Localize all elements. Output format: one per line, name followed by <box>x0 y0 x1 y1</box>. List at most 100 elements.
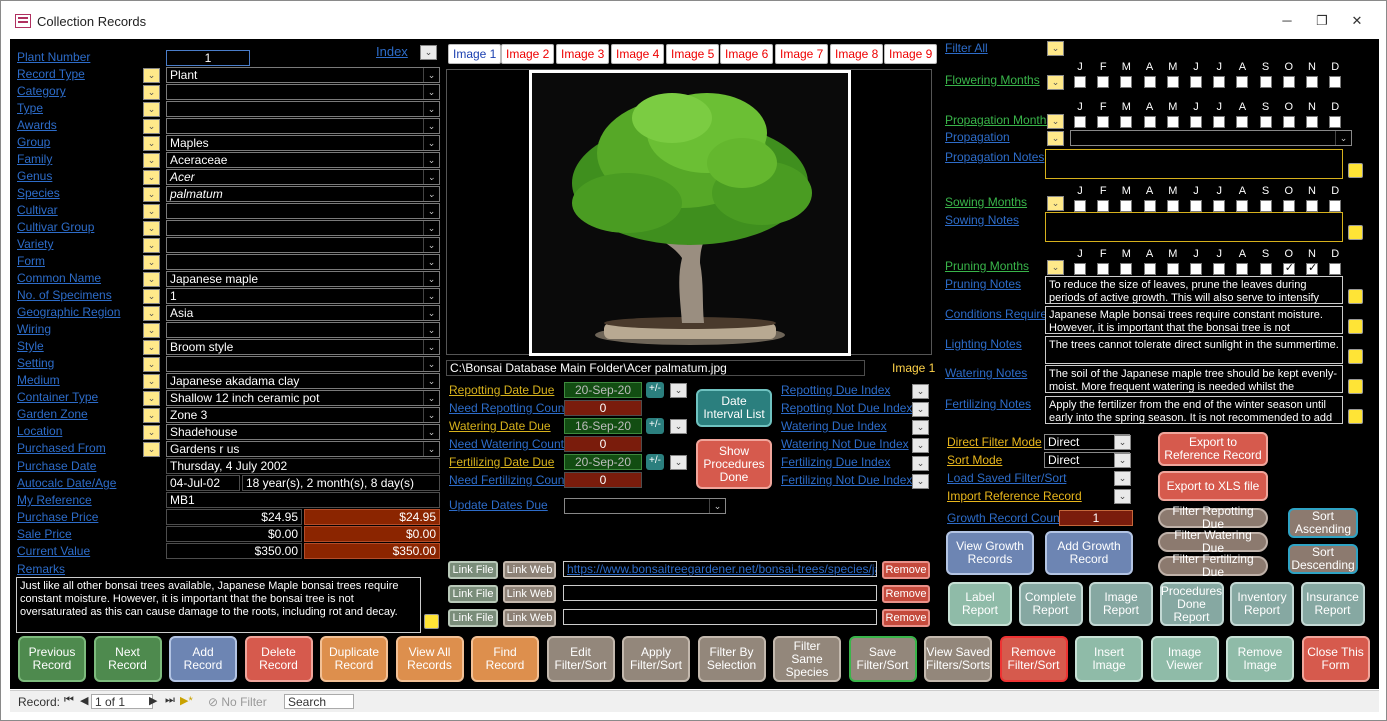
field-filter-dropdown-4[interactable]: ⌄ <box>143 119 160 134</box>
field-filter-dropdown-7[interactable]: ⌄ <box>143 170 160 185</box>
remarks-label[interactable]: Remarks <box>17 562 65 576</box>
field-combo-20[interactable]: Shallow 12 inch ceramic pot ⌄ <box>166 390 440 406</box>
conditions-required-field[interactable]: Japanese Maple bonsai trees require cons… <box>1045 306 1343 334</box>
field-label-21[interactable]: Garden Zone <box>17 407 88 421</box>
load-saved-filter-dropdown[interactable]: ⌄ <box>1114 471 1131 486</box>
combo-arrow-icon[interactable]: ⌄ <box>423 102 439 116</box>
pruning-month-checkbox[interactable] <box>1329 263 1342 275</box>
propagation-month-checkbox[interactable] <box>1306 116 1318 128</box>
field-label-6[interactable]: Family <box>17 152 52 166</box>
sowing-month-checkbox[interactable] <box>1259 200 1272 212</box>
pruning-month-checkbox[interactable] <box>1190 263 1202 275</box>
report-button-4[interactable]: Inventory Report <box>1230 582 1294 626</box>
propagation-month-checkbox[interactable] <box>1166 116 1179 128</box>
field-combo-11[interactable]: ⌄ <box>166 237 440 253</box>
propagation-notes-field[interactable] <box>1045 149 1343 179</box>
bottom-button-13[interactable]: Remove Filter/Sort <box>999 636 1068 682</box>
image-tab-6[interactable]: Image 6 <box>720 44 774 64</box>
flowering-month-checkbox[interactable] <box>1120 76 1133 88</box>
report-button-2[interactable]: Image Report <box>1089 582 1153 626</box>
direct-filter-mode-arrow[interactable]: ⌄ <box>1114 435 1131 450</box>
pruning-months-label[interactable]: Pruning Months <box>945 259 1029 273</box>
link-file-button-2[interactable]: Link File <box>448 585 498 603</box>
link-web-button-1[interactable]: Link Web <box>503 561 556 579</box>
field-combo-2[interactable]: ⌄ <box>166 84 440 100</box>
autocalc-date-field[interactable]: 04-Jul-02 <box>166 475 240 491</box>
image-tab-3[interactable]: Image 3 <box>556 44 610 64</box>
field-label-7[interactable]: Genus <box>17 169 52 183</box>
remarks-zoom-button[interactable] <box>424 614 439 629</box>
field-combo-6[interactable]: Aceraceae ⌄ <box>166 152 440 168</box>
plant-number-field[interactable]: 1 <box>166 50 250 66</box>
field-label-0[interactable]: Plant Number <box>17 50 90 64</box>
propagation-combo[interactable]: ⌄ <box>1070 130 1352 146</box>
combo-arrow-icon[interactable]: ⌄ <box>423 136 439 150</box>
combo-arrow-icon[interactable]: ⌄ <box>423 204 439 218</box>
index-dropdown-0[interactable]: ⌄ <box>912 384 929 399</box>
field-label-23[interactable]: Purchased From <box>17 441 106 455</box>
field-filter-dropdown-22[interactable]: ⌄ <box>143 425 160 440</box>
combo-arrow-icon[interactable]: ⌄ <box>423 68 439 82</box>
conditions-zoom[interactable] <box>1348 319 1363 334</box>
pruning-months-dropdown[interactable]: ⌄ <box>1047 260 1064 275</box>
fertilizing-interval-dropdown[interactable]: ⌄ <box>670 455 687 470</box>
need-watering-label[interactable]: Need Watering Count <box>449 437 564 451</box>
field-label-9[interactable]: Cultivar <box>17 203 58 217</box>
bottom-button-0[interactable]: Previous Record <box>18 636 86 682</box>
sowing-month-checkbox[interactable] <box>1074 200 1086 212</box>
bottom-button-14[interactable]: Insert Image <box>1075 636 1143 682</box>
field-filter-dropdown-20[interactable]: ⌄ <box>143 391 160 406</box>
fertilizing-plusminus-button[interactable]: +/- <box>646 454 664 470</box>
link-web-button-2[interactable]: Link Web <box>503 585 556 603</box>
flowering-month-checkbox[interactable] <box>1166 76 1179 88</box>
direct-filter-mode-label[interactable]: Direct Filter Mode <box>947 435 1042 449</box>
pruning-notes-zoom[interactable] <box>1348 289 1363 304</box>
field-filter-dropdown-9[interactable]: ⌄ <box>143 204 160 219</box>
combo-arrow-icon[interactable]: ⌄ <box>423 306 439 320</box>
need-fertilizing-label[interactable]: Need Fertilizing Count <box>449 473 568 487</box>
field-label-16[interactable]: Wiring <box>17 322 51 336</box>
field-combo-3[interactable]: ⌄ <box>166 101 440 117</box>
index-dropdown[interactable]: ⌄ <box>420 45 437 60</box>
bottom-button-8[interactable]: Apply Filter/Sort <box>622 636 690 682</box>
sowing-month-checkbox[interactable] <box>1143 200 1156 212</box>
index-link-3[interactable]: Watering Not Due Index <box>781 437 909 451</box>
flowering-month-checkbox[interactable] <box>1213 76 1226 88</box>
last-record-icon[interactable]: ⏭ <box>165 694 175 707</box>
flowering-month-checkbox[interactable] <box>1259 76 1272 88</box>
field-filter-dropdown-1[interactable]: ⌄ <box>143 68 160 83</box>
combo-arrow-icon[interactable]: ⌄ <box>423 238 439 252</box>
minimize-button[interactable]: ─ <box>1277 13 1297 29</box>
propagation-notes-zoom[interactable] <box>1348 163 1363 178</box>
flowering-month-checkbox[interactable] <box>1236 76 1249 88</box>
pruning-month-checkbox[interactable] <box>1282 261 1295 275</box>
pruning-notes-label[interactable]: Pruning Notes <box>945 277 1021 291</box>
index-link-2[interactable]: Watering Due Index <box>781 419 887 433</box>
current-value-label[interactable]: Current Value <box>17 544 90 558</box>
flowering-month-checkbox[interactable] <box>1097 76 1110 88</box>
import-reference-dropdown[interactable]: ⌄ <box>1114 489 1131 504</box>
field-filter-dropdown-2[interactable]: ⌄ <box>143 85 160 100</box>
field-filter-dropdown-15[interactable]: ⌄ <box>143 306 160 321</box>
combo-arrow-icon[interactable]: ⌄ <box>423 323 439 337</box>
field-filter-dropdown-10[interactable]: ⌄ <box>143 221 160 236</box>
first-record-icon[interactable]: ⏮ <box>64 694 74 707</box>
field-label-17[interactable]: Style <box>17 339 44 353</box>
index-link-4[interactable]: Fertilizing Due Index <box>781 455 890 469</box>
field-filter-dropdown-19[interactable]: ⌄ <box>143 374 160 389</box>
field-combo-13[interactable]: Japanese maple ⌄ <box>166 271 440 287</box>
image-tab-8[interactable]: Image 8 <box>830 44 884 64</box>
combo-arrow-icon[interactable]: ⌄ <box>423 221 439 235</box>
export-reference-button[interactable]: Export to Reference Record <box>1158 432 1268 466</box>
sowing-notes-label[interactable]: Sowing Notes <box>945 213 1019 227</box>
field-combo-19[interactable]: Japanese akadama clay ⌄ <box>166 373 440 389</box>
field-label-13[interactable]: Common Name <box>17 271 101 285</box>
sowing-month-checkbox[interactable] <box>1213 200 1226 212</box>
lighting-zoom[interactable] <box>1348 349 1363 364</box>
repotting-interval-dropdown[interactable]: ⌄ <box>670 383 687 398</box>
bottom-button-3[interactable]: Delete Record <box>244 636 313 682</box>
need-repotting-label[interactable]: Need Repotting Count <box>449 401 568 415</box>
flowering-month-checkbox[interactable] <box>1190 76 1202 88</box>
propagation-month-checkbox[interactable] <box>1282 116 1295 128</box>
propagation-dropdown[interactable]: ⌄ <box>1047 131 1064 146</box>
